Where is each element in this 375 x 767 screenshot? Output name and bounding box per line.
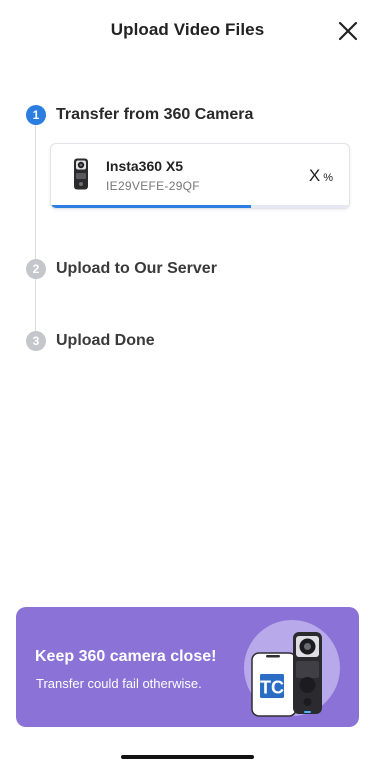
step-number: 3 xyxy=(26,331,46,351)
progress-bar xyxy=(51,205,349,208)
step-number: 2 xyxy=(26,259,46,279)
camera-icon xyxy=(74,158,88,190)
progress-bar-fill xyxy=(51,205,251,208)
step-number: 1 xyxy=(26,105,46,125)
step-connector xyxy=(35,125,36,259)
step-label: Upload Done xyxy=(56,332,155,349)
progress-percentage: X% xyxy=(309,166,333,186)
illustration-badge: TC xyxy=(260,678,284,698)
step-label: Upload to Our Server xyxy=(56,260,217,277)
banner-title: Keep 360 camera close! xyxy=(35,648,217,665)
progress-value: X xyxy=(308,166,321,185)
device-name: Insta360 X5 xyxy=(106,158,184,174)
step-label: Transfer from 360 Camera xyxy=(56,106,254,123)
device-serial: IE29VEFE-29QF xyxy=(106,179,200,193)
progress-unit: % xyxy=(323,172,333,184)
home-indicator xyxy=(121,755,254,759)
camera-proximity-banner: Keep 360 camera close! Transfer could fa… xyxy=(16,607,359,727)
phone-camera-illustration: TC xyxy=(244,620,340,717)
step-connector xyxy=(35,279,36,331)
upload-steps: 1 Transfer from 360 Camera Insta360 X5 I… xyxy=(0,0,375,400)
banner-subtitle: Transfer could fail otherwise. xyxy=(36,676,202,691)
device-card[interactable]: Insta360 X5 IE29VEFE-29QF X% xyxy=(50,143,350,209)
